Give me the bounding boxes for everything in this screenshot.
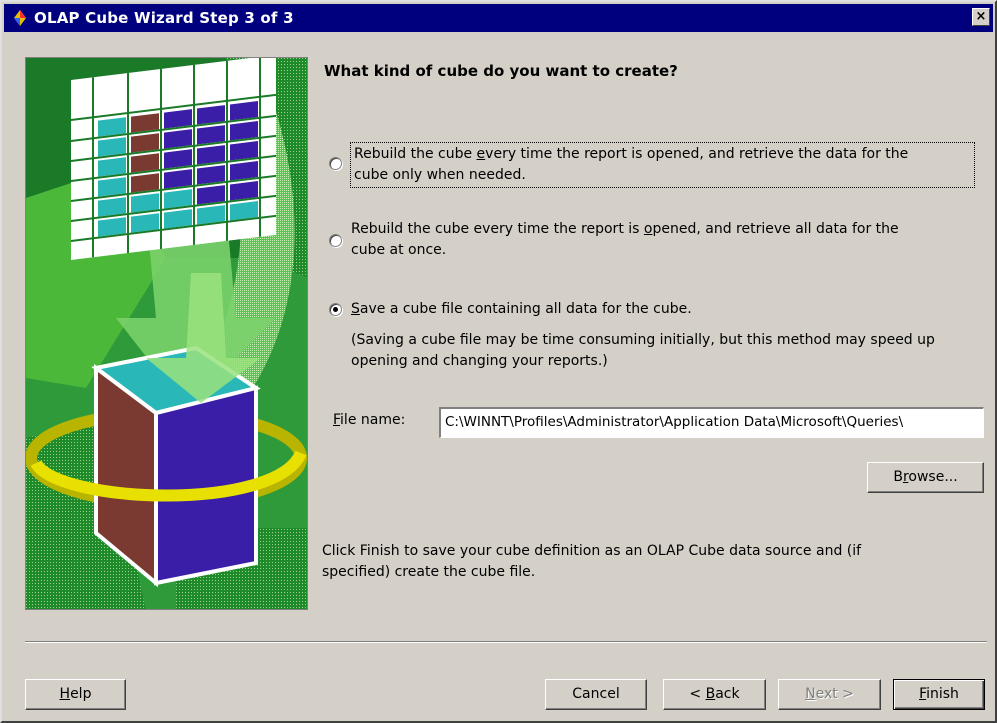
option3-line1: Save a cube file containing all data for…: [351, 301, 692, 317]
finish-instructions-line1: Click Finish to save your cube definitio…: [322, 543, 862, 559]
radio-save-cube-file[interactable]: [329, 303, 342, 316]
window-title: OLAP Cube Wizard Step 3 of 3: [34, 9, 294, 27]
wizard-illustration: [25, 57, 308, 610]
option1-line2: cube only when needed.: [354, 167, 526, 183]
help-button[interactable]: Help: [25, 679, 126, 710]
file-name-input[interactable]: C:\WINNT\Profiles\Administrator\Applicat…: [439, 407, 984, 438]
close-button[interactable]: ×: [972, 8, 990, 26]
finish-instructions: Click Finish to save your cube definitio…: [322, 541, 861, 583]
radio-rebuild-on-demand[interactable]: [329, 157, 342, 170]
option-rebuild-on-demand-label[interactable]: Rebuild the cube every time the report i…: [354, 144, 908, 186]
cube-illustration-graphic: [26, 58, 307, 609]
option2-line1: Rebuild the cube every time the report i…: [351, 221, 899, 237]
footer-separator: [25, 641, 987, 643]
option-rebuild-all-data-label[interactable]: Rebuild the cube every time the report i…: [351, 219, 899, 261]
option3-description-line2: opening and changing your reports.): [351, 353, 608, 369]
title-bar[interactable]: OLAP Cube Wizard Step 3 of 3 ×: [4, 4, 993, 32]
option-save-cube-file-label[interactable]: Save a cube file containing all data for…: [351, 299, 692, 320]
option3-description-line1: (Saving a cube file may be time consumin…: [351, 332, 935, 348]
next-button[interactable]: Next >: [778, 679, 881, 710]
option3-description: (Saving a cube file may be time consumin…: [351, 330, 935, 372]
option2-line2: cube at once.: [351, 242, 447, 258]
radio-rebuild-all-data[interactable]: [329, 234, 342, 247]
browse-button[interactable]: Browse...: [867, 462, 984, 493]
cancel-button[interactable]: Cancel: [545, 679, 647, 710]
finish-instructions-line2: specified) create the cube file.: [322, 564, 536, 580]
back-button[interactable]: < Back: [663, 679, 766, 710]
file-name-label: File name:: [333, 412, 406, 428]
page-heading: What kind of cube do you want to create?: [324, 62, 678, 80]
finish-button[interactable]: Finish: [893, 679, 985, 710]
wizard-icon: [14, 10, 26, 26]
wizard-window: OLAP Cube Wizard Step 3 of 3 × What kind…: [0, 0, 997, 723]
option1-line1: Rebuild the cube every time the report i…: [354, 146, 909, 162]
close-icon: ×: [975, 9, 987, 24]
